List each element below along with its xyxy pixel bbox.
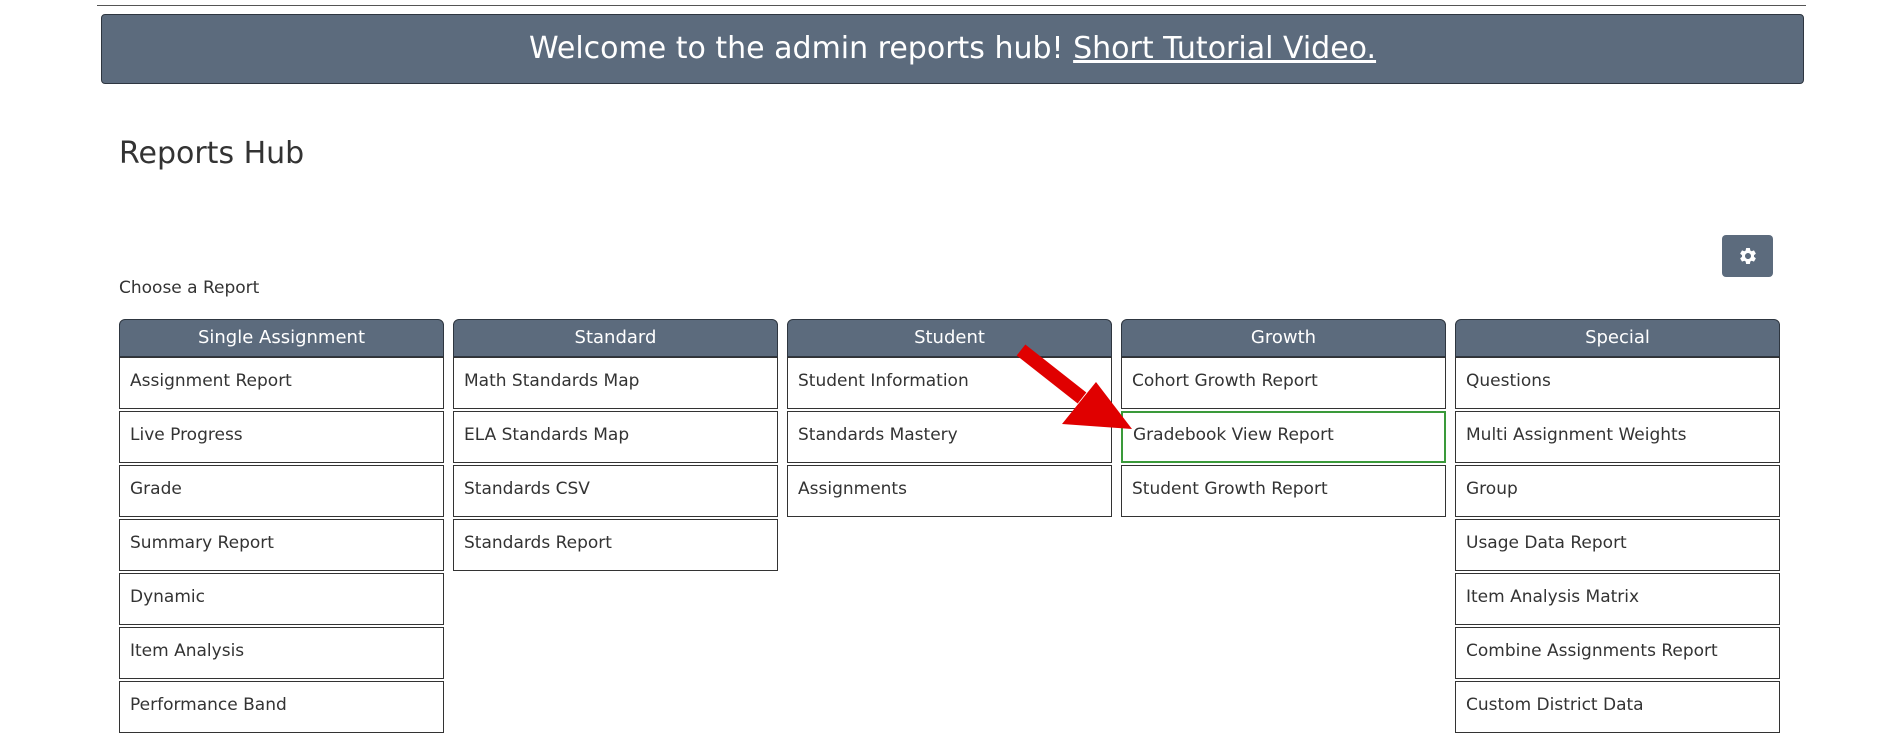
report-questions[interactable]: Questions [1455, 357, 1780, 409]
report-item-analysis[interactable]: Item Analysis [119, 627, 444, 679]
report-math-standards-map[interactable]: Math Standards Map [453, 357, 778, 409]
settings-button[interactable] [1722, 235, 1773, 277]
choose-report-label: Choose a Report [119, 278, 260, 298]
report-group[interactable]: Group [1455, 465, 1780, 517]
report-standards-report[interactable]: Standards Report [453, 519, 778, 571]
report-gradebook-view-report[interactable]: Gradebook View Report [1121, 411, 1446, 463]
report-live-progress[interactable]: Live Progress [119, 411, 444, 463]
welcome-banner: Welcome to the admin reports hub! Short … [101, 14, 1804, 84]
report-multi-assignment-weights[interactable]: Multi Assignment Weights [1455, 411, 1780, 463]
column-header: Growth [1121, 319, 1446, 357]
report-grade[interactable]: Grade [119, 465, 444, 517]
report-student-growth-report[interactable]: Student Growth Report [1121, 465, 1446, 517]
report-item-analysis-matrix[interactable]: Item Analysis Matrix [1455, 573, 1780, 625]
column-header: Special [1455, 319, 1780, 357]
report-assignment-report[interactable]: Assignment Report [119, 357, 444, 409]
red-arrow-icon [1016, 344, 1132, 429]
report-performance-band[interactable]: Performance Band [119, 681, 444, 733]
column-growth: Growth Cohort Growth Report Gradebook Vi… [1121, 319, 1446, 519]
report-ela-standards-map[interactable]: ELA Standards Map [453, 411, 778, 463]
report-custom-district-data[interactable]: Custom District Data [1455, 681, 1780, 733]
report-combine-assignments-report[interactable]: Combine Assignments Report [1455, 627, 1780, 679]
report-usage-data-report[interactable]: Usage Data Report [1455, 519, 1780, 571]
column-standard: Standard Math Standards Map ELA Standard… [453, 319, 778, 573]
gear-icon [1739, 248, 1756, 264]
report-summary-report[interactable]: Summary Report [119, 519, 444, 571]
top-divider [97, 5, 1806, 6]
tutorial-video-link[interactable]: Short Tutorial Video. [1073, 31, 1376, 66]
report-standards-csv[interactable]: Standards CSV [453, 465, 778, 517]
report-assignments[interactable]: Assignments [787, 465, 1112, 517]
column-single-assignment: Single Assignment Assignment Report Live… [119, 319, 444, 735]
column-special: Special Questions Multi Assignment Weigh… [1455, 319, 1780, 735]
column-header: Standard [453, 319, 778, 357]
banner-welcome-text: Welcome to the admin reports hub! [528, 31, 1074, 66]
page-title: Reports Hub [119, 136, 305, 171]
report-dynamic[interactable]: Dynamic [119, 573, 444, 625]
column-header: Single Assignment [119, 319, 444, 357]
report-cohort-growth-report[interactable]: Cohort Growth Report [1121, 357, 1446, 409]
